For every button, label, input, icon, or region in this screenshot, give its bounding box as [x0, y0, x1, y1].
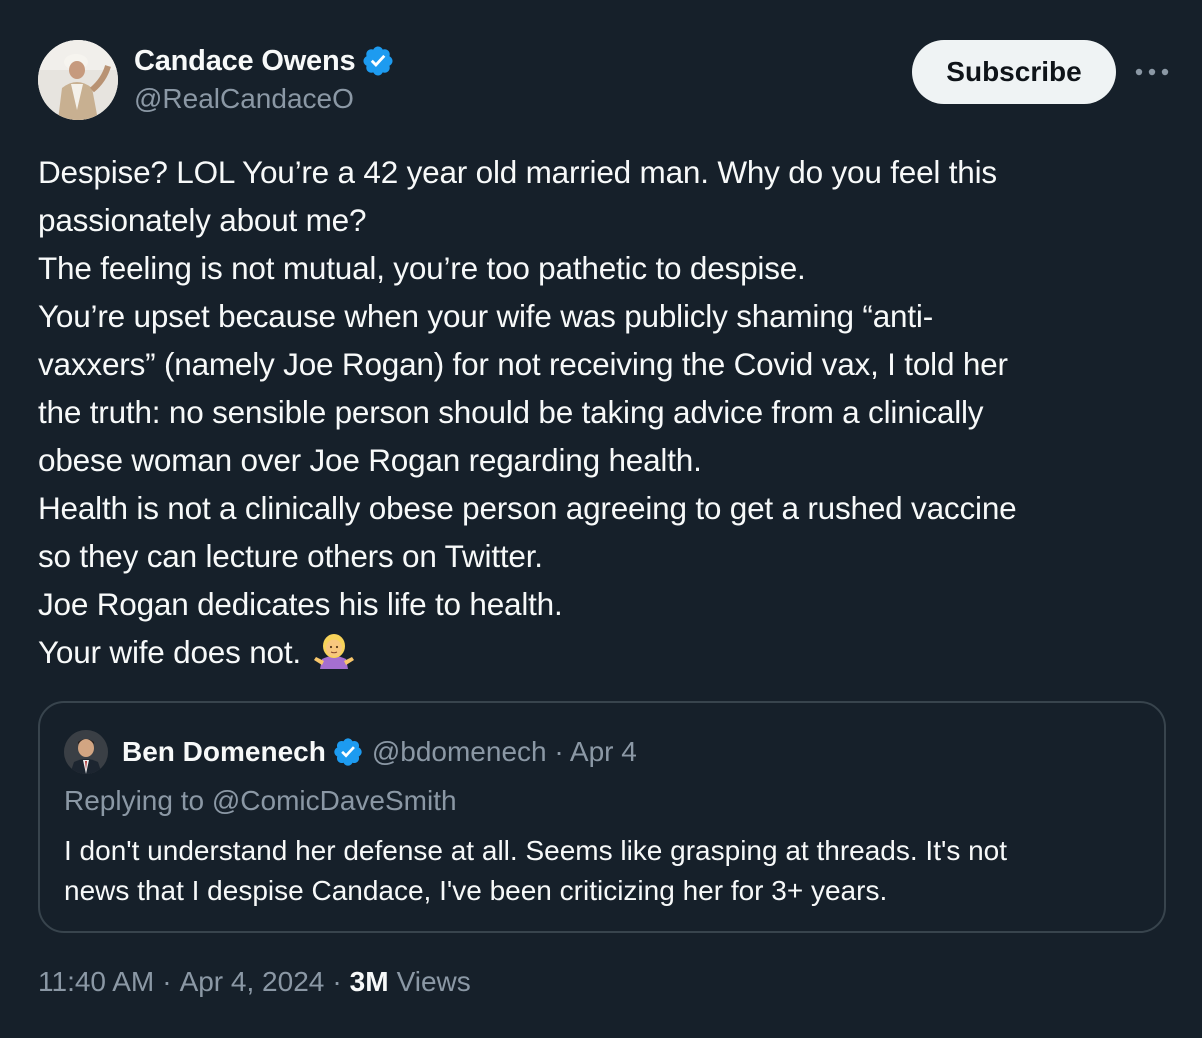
tweet-line: the truth: no sensible person should be …	[38, 394, 984, 430]
display-name-row: Candace Owens	[134, 43, 395, 79]
subscribe-button[interactable]: Subscribe	[912, 40, 1116, 104]
quoted-tweet-header: Ben Domenech @bdomenech · Apr 4	[64, 729, 637, 775]
verified-badge-icon	[332, 736, 364, 768]
quoted-line: I don't understand her defense at all. S…	[64, 835, 1008, 866]
tweet-date[interactable]: Apr 4, 2024	[180, 966, 325, 998]
tweet-line: obese woman over Joe Rogan regarding hea…	[38, 442, 702, 478]
tweet-line: vaxxers” (namely Joe Rogan) for not rece…	[38, 346, 1008, 382]
quoted-author-name[interactable]: Ben Domenech	[122, 736, 326, 768]
tweet-line: passionately about me?	[38, 202, 367, 238]
person-shrugging-emoji-icon	[313, 631, 354, 669]
author-handle[interactable]: @RealCandaceO	[134, 83, 395, 115]
author-display-name[interactable]: Candace Owens	[134, 45, 356, 78]
tweet-last-line: Your wife does not.	[38, 628, 1168, 676]
tweet-line: Health is not a clinically obese person …	[38, 490, 1017, 526]
tweet-text: Despise? LOL You’re a 42 year old marrie…	[38, 148, 1168, 676]
verified-badge-icon	[361, 44, 395, 78]
tweet-line: You’re upset because when your wife was …	[38, 298, 933, 334]
views-count: 3M	[349, 966, 389, 997]
tweet-detail: Candace Owens @RealCandaceO Subscribe De…	[0, 0, 1202, 1038]
tweet-line: Your wife does not.	[38, 634, 301, 670]
tweet-line: The feeling is not mutual, you’re too pa…	[38, 250, 806, 286]
tweet-time[interactable]: 11:40 AM	[38, 966, 154, 998]
quoted-line: news that I despise Candace, I've been c…	[64, 875, 888, 906]
more-horizontal-icon[interactable]	[1132, 60, 1172, 84]
author-names: Candace Owens @RealCandaceO	[134, 43, 395, 115]
quoted-author-handle-date: @bdomenech · Apr 4	[371, 736, 637, 767]
tweet-line: Despise? LOL You’re a 42 year old marrie…	[38, 154, 997, 190]
quoted-tweet-text: I don't understand her defense at all. S…	[64, 831, 1144, 911]
views-label: Views	[396, 966, 471, 997]
quoted-replying-to: Replying to @ComicDaveSmith	[64, 785, 457, 816]
quoted-author-avatar	[64, 730, 108, 774]
separator-dot: ·	[162, 966, 172, 997]
quoted-tweet[interactable]: Ben Domenech @bdomenech · Apr 4 Replying…	[38, 701, 1166, 933]
tweet-line: Joe Rogan dedicates his life to health.	[38, 586, 563, 622]
separator-dot: ·	[332, 966, 342, 997]
author-avatar[interactable]	[38, 40, 118, 120]
tweet-line: so they can lecture others on Twitter.	[38, 538, 543, 574]
tweet-header: Candace Owens @RealCandaceO Subscribe	[38, 40, 1172, 122]
tweet-footer: 11:40 AM · Apr 4, 2024 · 3M Views	[38, 966, 471, 998]
